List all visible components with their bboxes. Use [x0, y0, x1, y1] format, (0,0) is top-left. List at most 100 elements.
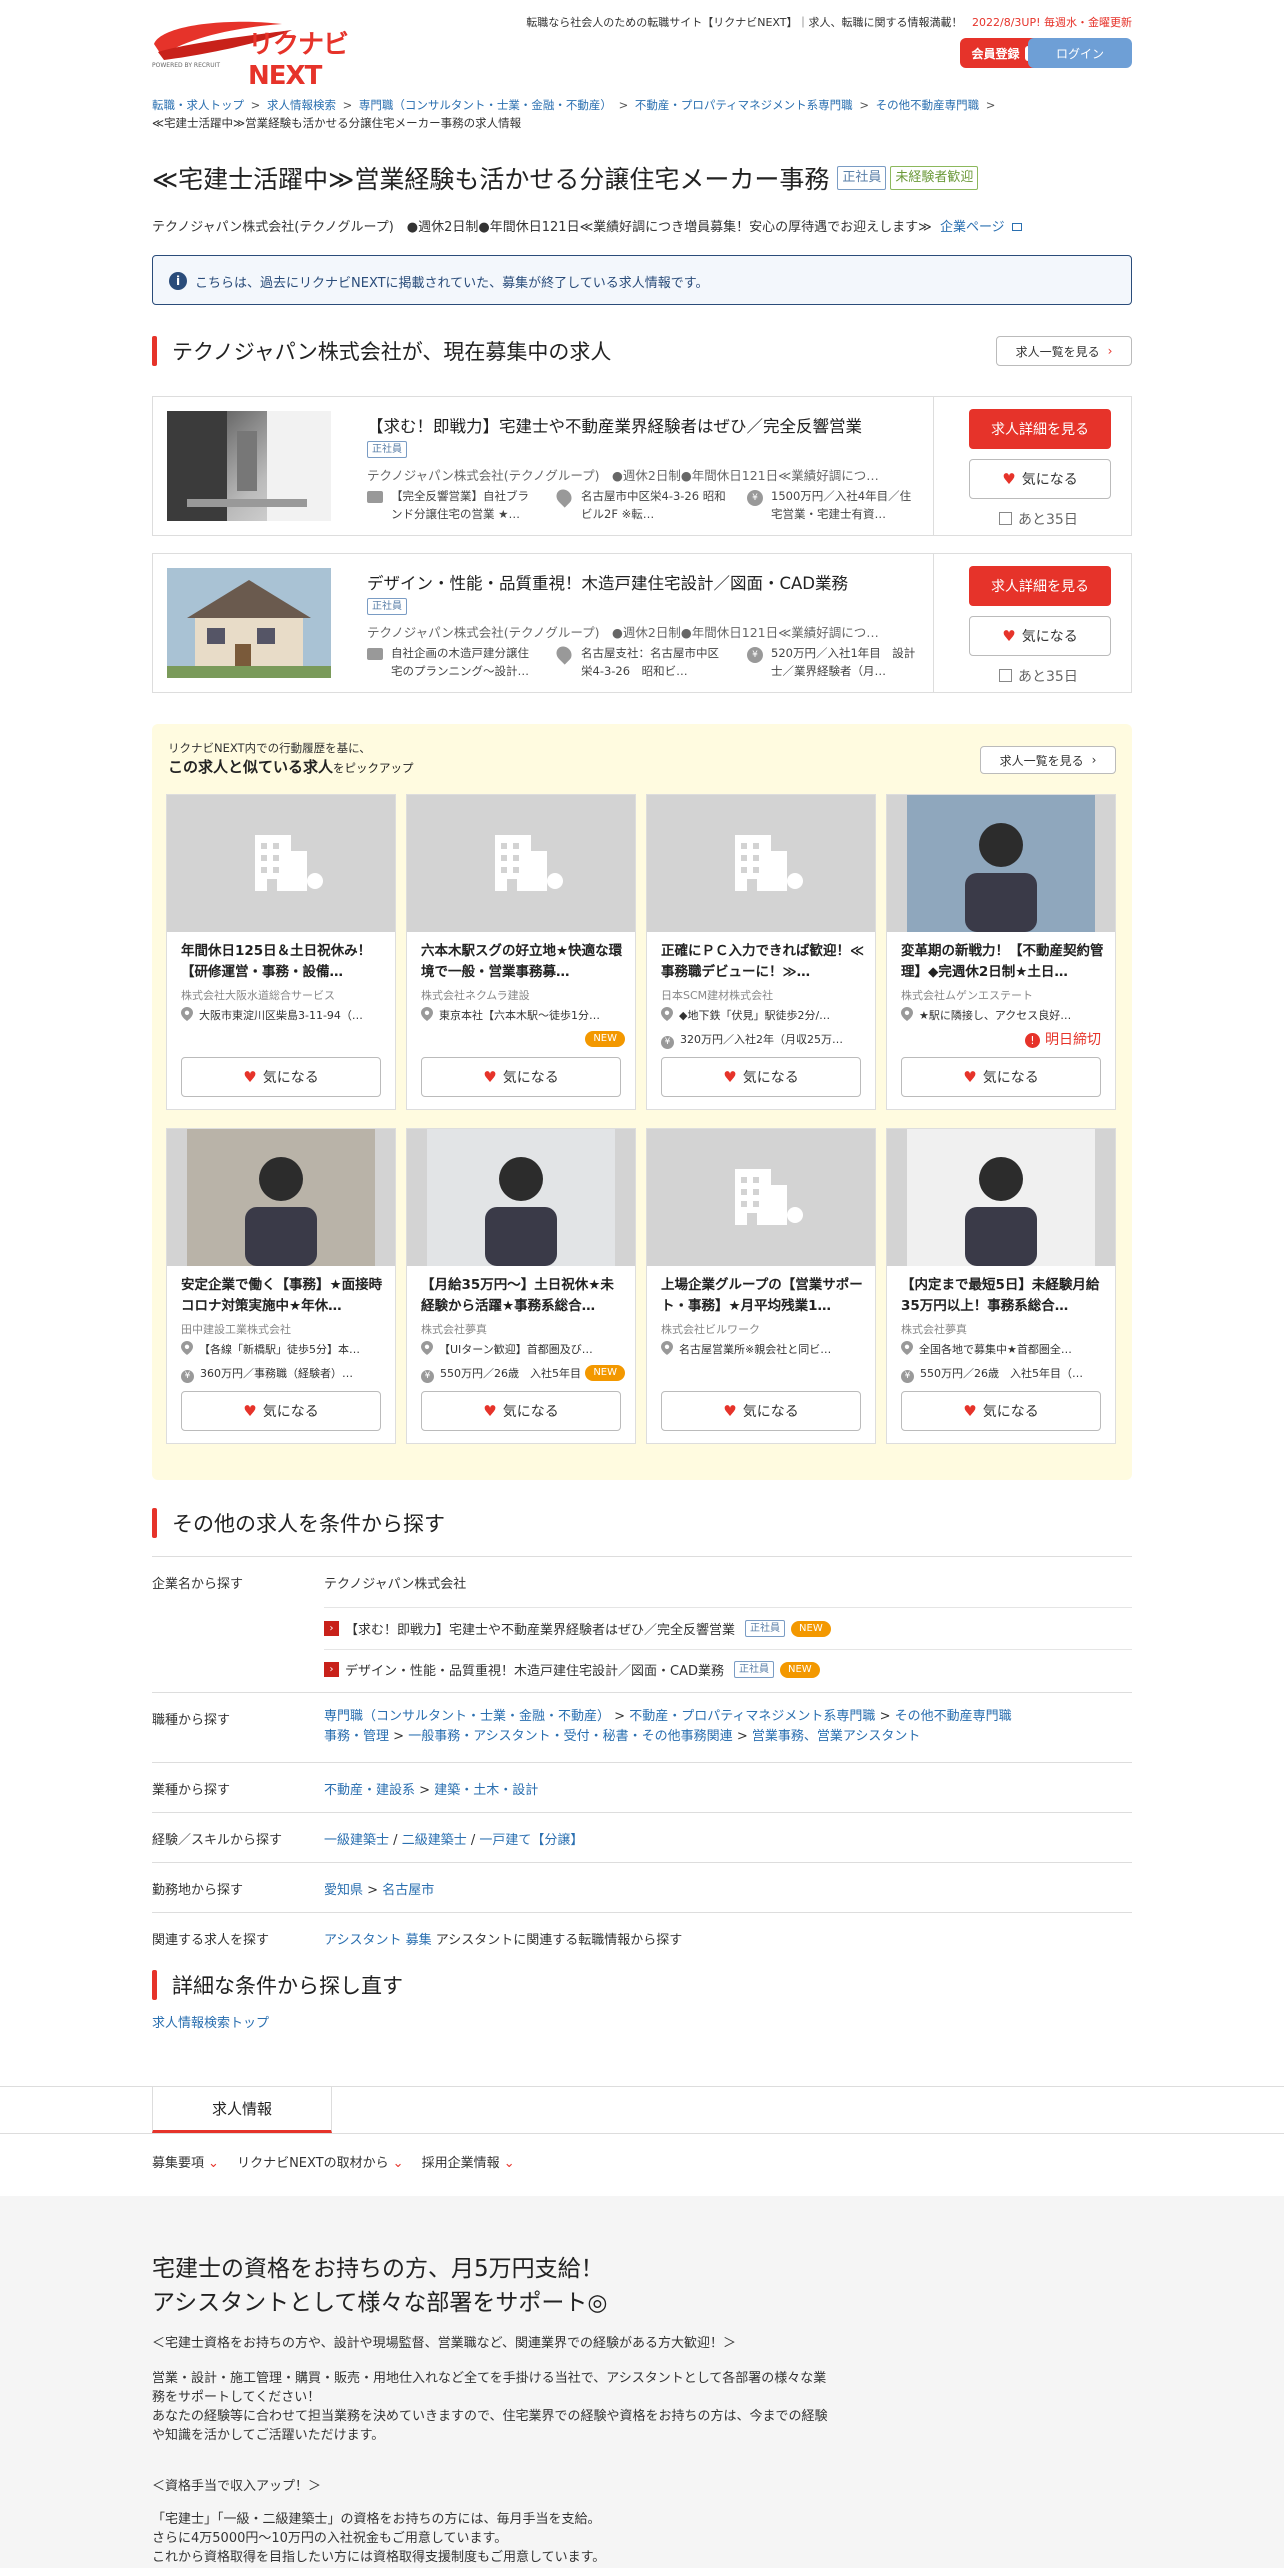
subtab-interview[interactable]: リクナビNEXTの取材から ⌄ — [237, 2156, 403, 2171]
similar-job-card[interactable]: 安定企業で働く【事務】★面接時コロナ対策実施中★年休… 田中建設工業株式会社 【各線… — [166, 1128, 396, 1444]
search-row-related: 関連する求人を探す アシスタント 募集 アシスタントに関連する転職情報から探す — [152, 1912, 1132, 1956]
skill-link[interactable]: 一戸建て【分譲】 — [479, 1833, 583, 1848]
similar-job-card[interactable]: 正確にＰＣ入力できれば歓迎！≪事務職デビューに！≫… 日本SCM建材株式会社 ◆地下… — [646, 794, 876, 1110]
similar-job-title[interactable]: 正確にＰＣ入力できれば歓迎！≪事務職デビューに！≫… — [661, 941, 866, 983]
similar-job-card[interactable]: 年間休日125日＆土日祝休み！【研修運営・事務・設備… 株式会社大阪水道総合サービ… — [166, 794, 396, 1110]
similar-job-salary: ¥360万円／事務職（経験者）… — [181, 1365, 386, 1383]
job-detail-button[interactable]: 求人詳細を見る — [969, 409, 1111, 449]
tab-job-info[interactable]: 求人情報 — [152, 2087, 332, 2133]
breadcrumb-item[interactable]: 専門職（コンサルタント・士業・金融・不動産） — [359, 98, 612, 112]
favorite-button[interactable]: ♥ 気になる — [901, 1391, 1101, 1431]
notice-text: こちらは、過去にリクナビNEXTに掲載されていた、募集が終了している求人情報です… — [195, 276, 709, 291]
logo-text: リクナビNEXT — [248, 30, 349, 91]
similar-job-title[interactable]: 六本木駅スグの好立地★快適な環境で一般・営業事務募… — [421, 941, 626, 983]
alert-icon: ! — [1025, 1033, 1040, 1048]
section-title: 詳細な条件から探し直す — [172, 1974, 403, 1998]
similar-job-card[interactable]: 六本木駅スグの好立地★快適な環境で一般・営業事務募… 株式会社ネクムラ建設 東京本社… — [406, 794, 636, 1110]
company-line: テクノジャパン株式会社(テクノグループ) ●週休2日制●年間休日121日≪業績好… — [152, 216, 1132, 235]
job-detail-button[interactable]: 求人詳細を見る — [969, 566, 1111, 606]
company-job-item[interactable]: › デザイン・性能・品質重視！木造戸建住宅設計／図面・CAD業務 正社員 NEW — [324, 1660, 820, 1679]
external-link-icon — [1011, 223, 1022, 231]
map-pin-icon — [181, 1007, 193, 1021]
new-badge: NEW — [585, 1365, 625, 1381]
employment-tag: 正社員 — [367, 598, 407, 615]
content-headline: 宅建士の資格をお持ちの方、月5万円支給！ アシスタントとして様々な部署をサポート… — [152, 2256, 608, 2316]
search-top-link[interactable]: 求人情報検索トップ — [152, 2012, 1132, 2031]
similar-list-button[interactable]: 求人一覧を見る › — [980, 746, 1116, 774]
search-row-industry: 業種から探す 不動産・建設系 > 建築・土木・設計 — [152, 1762, 1132, 1812]
area-link[interactable]: 名古屋市 — [382, 1883, 434, 1898]
occupation-link[interactable]: その他不動産専門職 — [895, 1709, 1012, 1724]
job-list-button[interactable]: 求人一覧を見る › — [996, 336, 1132, 366]
similar-job-title[interactable]: 安定企業で働く【事務】★面接時コロナ対策実施中★年休… — [181, 1275, 386, 1317]
company-page-link[interactable]: 企業ページ — [940, 220, 1005, 235]
similar-job-card[interactable]: 【月給35万円～】土日祝休★未経験から活躍★事務系総合… 株式会社夢真 【UIターン… — [406, 1128, 636, 1444]
tab-bar: 求人情報 — [0, 2086, 1284, 2134]
similar-job-salary: ¥550万円／26歳 入社5年目（… — [901, 1365, 1106, 1383]
subtab-requirements[interactable]: 募集要項 ⌄ — [152, 2156, 219, 2171]
similar-job-title[interactable]: 【月給35万円～】土日祝休★未経験から活躍★事務系総合… — [421, 1275, 626, 1317]
skill-link[interactable]: 二級建築士 — [402, 1833, 467, 1848]
yen-icon: ¥ — [661, 1036, 674, 1049]
breadcrumb-item[interactable]: 不動産・プロパティマネジメント系専門職 — [635, 98, 853, 112]
map-pin-icon — [181, 1341, 193, 1355]
yen-icon: ¥ — [901, 1370, 914, 1383]
industry-link[interactable]: 建築・土木・設計 — [434, 1783, 538, 1798]
house-exterior-image — [167, 568, 331, 678]
occupation-link[interactable]: 一般事務・アシスタント・受付・秘書・その他事務関連 — [408, 1729, 732, 1744]
favorite-button[interactable]: ♥ 気になる — [421, 1057, 621, 1097]
logo[interactable]: リクナビNEXT POWERED BY RECRUIT — [152, 14, 402, 91]
heart-icon: ♥ — [1002, 470, 1016, 488]
tagline: 転職なら社会人のための転職サイト【リクナビNEXT】｜求人、転職に関する情報満載… — [526, 16, 963, 29]
industry-link[interactable]: 不動産・建設系 — [324, 1783, 415, 1798]
section-title: テクノジャパン株式会社が、現在募集中の求人 — [172, 340, 612, 364]
job-title-link[interactable]: デザイン・性能・品質重視！木造戸建住宅設計／図面・CAD業務 — [367, 570, 848, 594]
breadcrumb-item[interactable]: 求人情報検索 — [267, 98, 336, 112]
favorite-button[interactable]: ♥ 気になる — [181, 1391, 381, 1431]
subtab-company-info[interactable]: 採用企業情報 ⌄ — [422, 2156, 515, 2171]
similar-job-title[interactable]: 上場企業グループの【営業サポート・事務】★月平均残業1… — [661, 1275, 866, 1317]
job-card[interactable]: デザイン・性能・品質重視！木造戸建住宅設計／図面・CAD業務 正社員 テクノジャ… — [152, 553, 1132, 693]
company-job-item[interactable]: › 【求む！即戦力】宅建士や不動産業界経験者はぜひ／完全反響営業 正社員 NEW — [324, 1619, 831, 1638]
similar-job-card[interactable]: 【内定まで最短5日】未経験月給35万円以上！事務系総合… 株式会社夢真 全国各地で募… — [886, 1128, 1116, 1444]
divider — [933, 554, 934, 692]
breadcrumb-item[interactable]: 転職・求人トップ — [152, 98, 244, 112]
heart-icon: ♥ — [1002, 627, 1016, 645]
employment-tag: 正社員 — [367, 441, 407, 458]
related-link[interactable]: アシスタント 募集 — [324, 1933, 432, 1948]
area-link[interactable]: 愛知県 — [324, 1883, 363, 1898]
similar-job-title[interactable]: 【内定まで最短5日】未経験月給35万円以上！事務系総合… — [901, 1275, 1106, 1317]
similar-job-photo — [167, 795, 395, 932]
job-content: 宅建士の資格をお持ちの方、月5万円支給！ アシスタントとして様々な部署をサポート… — [152, 2252, 972, 2567]
job-photo-image — [407, 1129, 635, 1266]
favorite-button[interactable]: ♥ 気になる — [969, 616, 1111, 656]
occupation-link[interactable]: 専門職（コンサルタント・士業・金融・不動産） — [324, 1709, 610, 1724]
search-row-skill: 経験／スキルから探す 一級建築士 / 二級建築士 / 一戸建て【分譲】 — [152, 1812, 1132, 1862]
breadcrumb-item[interactable]: その他不動産専門職 — [876, 98, 980, 112]
favorite-button[interactable]: ♥ 気になる — [421, 1391, 621, 1431]
similar-job-company: 株式会社夢真 — [901, 1323, 967, 1336]
similar-job-location: 【各線「新橋駅」徒歩5分】本… — [181, 1341, 386, 1357]
similar-job-title[interactable]: 変革期の新戦力！【不動産契約管理】◆完週休2日制★土日… — [901, 941, 1106, 983]
map-pin-icon — [901, 1007, 913, 1021]
occupation-link[interactable]: 事務・管理 — [324, 1729, 389, 1744]
favorite-button[interactable]: ♥ 気になる — [661, 1391, 861, 1431]
chevron-down-icon: ⌄ — [392, 2156, 404, 2171]
job-card[interactable]: 【求む！即戦力】宅建士や不動産業界経験者はぜひ／完全反響営業 正社員 テクノジャ… — [152, 396, 1132, 536]
skill-link[interactable]: 一級建築士 — [324, 1833, 389, 1848]
favorite-button[interactable]: ♥ 気になる — [969, 459, 1111, 499]
company-link[interactable]: テクノジャパン株式会社 — [324, 1573, 466, 1592]
login-button[interactable]: ログイン — [1028, 38, 1132, 68]
similar-job-card[interactable]: 変革期の新戦力！【不動産契約管理】◆完週休2日制★土日… 株式会社ムゲンエステート… — [886, 794, 1116, 1110]
job-title-link[interactable]: 【求む！即戦力】宅建士や不動産業界経験者はぜひ／完全反響営業 — [367, 413, 862, 437]
breadcrumb-current: ≪宅建士活躍中≫営業経験も活かせる分譲住宅メーカー事務の求人情報 — [152, 116, 522, 130]
occupation-link[interactable]: 営業事務、営業アシスタント — [752, 1729, 920, 1744]
favorite-button[interactable]: ♥ 気になる — [181, 1057, 381, 1097]
similar-job-title[interactable]: 年間休日125日＆土日祝休み！【研修運営・事務・設備… — [181, 941, 386, 983]
content-body: 「宅建士」「一級・二級建築士」の資格をお持ちの方には、毎月手当を支給。 さらに4… — [152, 2512, 606, 2565]
occupation-link[interactable]: 不動産・プロパティマネジメント系専門職 — [629, 1709, 875, 1724]
similar-job-card[interactable]: 上場企業グループの【営業サポート・事務】★月平均残業1… 株式会社ビルワーク 名古屋… — [646, 1128, 876, 1444]
favorite-button[interactable]: ♥ 気になる — [661, 1057, 861, 1097]
favorite-button[interactable]: ♥ 気になる — [901, 1057, 1101, 1097]
map-pin-icon — [901, 1341, 913, 1355]
